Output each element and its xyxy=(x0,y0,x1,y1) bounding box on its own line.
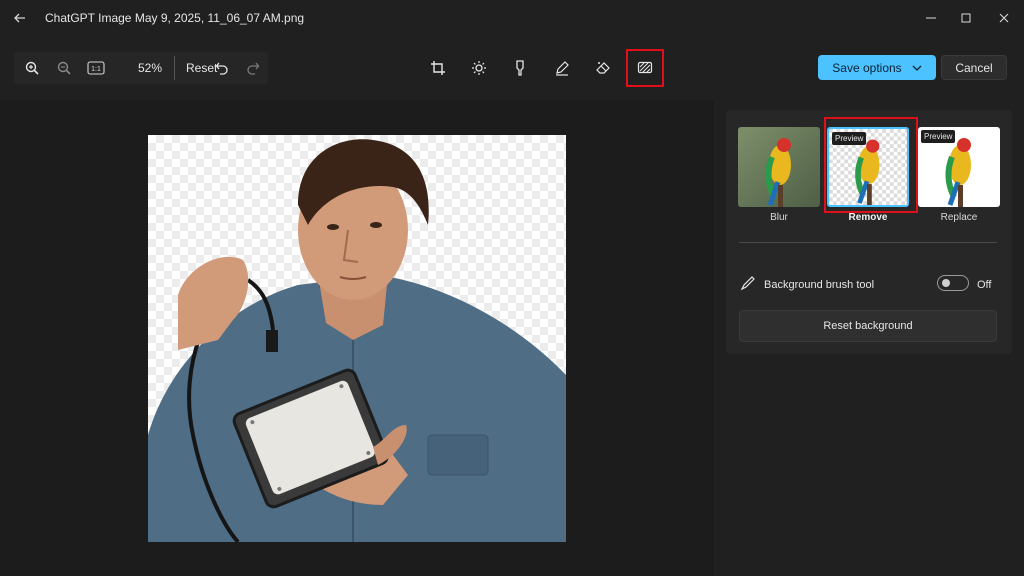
adjust-icon xyxy=(472,61,486,75)
crop-icon xyxy=(431,61,445,75)
filter-icon xyxy=(516,60,524,76)
divider xyxy=(739,242,997,243)
zoom-level[interactable]: 52% xyxy=(138,61,162,75)
image-canvas[interactable] xyxy=(0,100,714,576)
background-icon xyxy=(637,61,653,74)
blur-option-label: Blur xyxy=(770,212,788,223)
maximize-button[interactable] xyxy=(954,6,978,30)
redo-button[interactable] xyxy=(239,54,267,82)
window-title: ChatGPT Image May 9, 2025, 11_06_07 AM.p… xyxy=(45,11,305,25)
zoom-in-icon xyxy=(25,61,39,75)
redo-icon xyxy=(247,62,260,75)
erase-tool-button[interactable] xyxy=(587,52,619,84)
back-arrow-icon xyxy=(14,13,25,23)
back-button[interactable] xyxy=(8,6,32,30)
divider xyxy=(174,56,175,80)
preview-badge: Preview xyxy=(921,130,956,143)
markup-tool-button[interactable] xyxy=(546,52,578,84)
minimize-button[interactable] xyxy=(919,6,943,30)
zoom-in-button[interactable] xyxy=(18,54,46,82)
minimize-icon xyxy=(926,17,936,19)
replace-option-label: Replace xyxy=(940,212,978,223)
replace-option[interactable]: Preview xyxy=(918,127,1000,207)
adjust-tool-button[interactable] xyxy=(463,52,495,84)
save-options-button[interactable]: Save options xyxy=(818,55,936,80)
toggle-knob xyxy=(942,279,950,287)
background-tool-button[interactable] xyxy=(626,49,664,87)
undo-icon xyxy=(215,62,228,75)
crop-tool-button[interactable] xyxy=(422,52,454,84)
brush-icon xyxy=(740,275,756,291)
zoom-out-button[interactable] xyxy=(50,54,78,82)
zoom-out-icon xyxy=(57,61,71,75)
highlight-outline xyxy=(824,117,918,213)
filter-tool-button[interactable] xyxy=(504,52,536,84)
maximize-icon xyxy=(961,13,971,23)
actual-size-button[interactable]: 1:1 xyxy=(82,54,110,82)
cancel-button[interactable]: Cancel xyxy=(941,55,1007,80)
close-button[interactable] xyxy=(992,6,1016,30)
remove-option-label: Remove xyxy=(848,212,888,223)
zoom-controls: 1:1 52% Reset xyxy=(14,52,268,84)
background-panel: Blur Preview Remove Preview Replace Back… xyxy=(714,100,1024,576)
erase-icon xyxy=(596,62,610,74)
title-bar: ChatGPT Image May 9, 2025, 11_06_07 AM.p… xyxy=(0,0,1024,36)
actual-size-icon: 1:1 xyxy=(87,61,105,75)
person-photo xyxy=(148,139,566,542)
edited-image[interactable] xyxy=(148,135,566,542)
brush-tool-state: Off xyxy=(977,279,992,291)
markup-icon xyxy=(556,61,569,76)
close-icon xyxy=(999,13,1009,23)
brush-tool-toggle[interactable] xyxy=(937,275,969,291)
blur-option[interactable] xyxy=(738,127,820,207)
chevron-down-icon xyxy=(912,65,922,71)
background-options-card: Blur Preview Remove Preview Replace Back… xyxy=(726,110,1012,354)
toolbar: 1:1 52% Reset Save options Cancel xyxy=(0,36,1024,118)
parrot-thumbnail xyxy=(738,127,820,207)
svg-text:1:1: 1:1 xyxy=(91,66,101,73)
brush-tool-label: Background brush tool xyxy=(764,279,875,291)
save-options-label: Save options xyxy=(832,60,902,75)
undo-button[interactable] xyxy=(208,54,236,82)
reset-background-button[interactable]: Reset background xyxy=(739,310,997,342)
